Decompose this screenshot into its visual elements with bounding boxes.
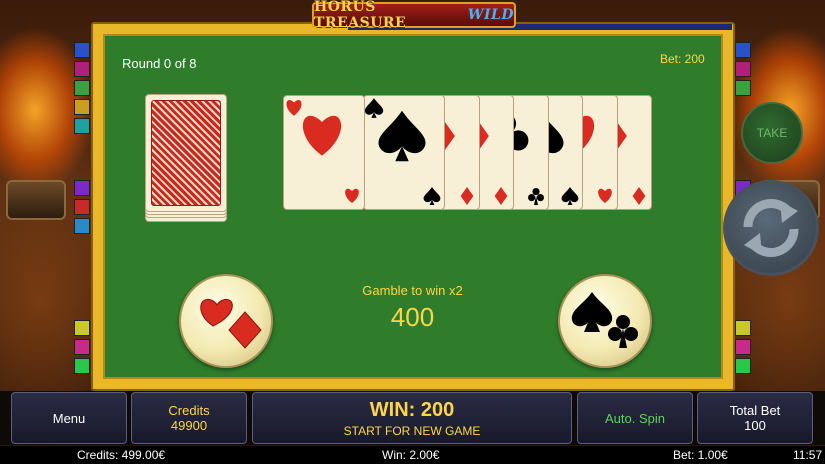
payline-marker — [735, 358, 751, 374]
left-markers-bottom — [74, 320, 90, 374]
take-label: TAKE — [756, 126, 788, 140]
payline-marker — [74, 180, 90, 196]
payline-marker — [735, 61, 751, 77]
hearts-diamonds-icon — [200, 298, 262, 349]
start-button[interactable]: WIN: 200 START FOR NEW GAME — [252, 392, 572, 444]
autospin-button[interactable]: Auto. Spin — [577, 392, 693, 444]
payline-marker — [735, 42, 751, 58]
logo-main-text: HORUS TREASURE — [314, 0, 407, 31]
gamble-prompt: Gamble to win x2 — [362, 283, 463, 298]
left-markers-mid — [74, 180, 90, 234]
left-brazier — [6, 180, 66, 220]
refresh-arrows-icon — [743, 199, 799, 257]
menu-button[interactable]: Menu — [11, 392, 127, 444]
history-card-spades — [363, 95, 445, 210]
history-card-hearts — [283, 95, 365, 210]
payline-marker — [735, 80, 751, 96]
total-bet-button[interactable]: Total Bet 100 — [697, 392, 813, 444]
left-markers-top — [74, 42, 90, 134]
start-text: START FOR NEW GAME — [343, 423, 481, 438]
spin-button[interactable] — [723, 180, 819, 276]
payline-marker — [735, 320, 751, 336]
take-button[interactable]: TAKE — [741, 102, 803, 164]
win-text: WIN: 200 — [369, 398, 455, 421]
payline-marker — [74, 118, 90, 134]
menu-label: Menu — [52, 410, 86, 426]
status-time: 11:57 — [793, 448, 823, 462]
black-choice-button[interactable] — [558, 274, 652, 368]
payline-marker — [74, 99, 90, 115]
status-bet: Bet: 1.00€ — [673, 448, 728, 462]
total-bet-value: 100 — [744, 418, 766, 433]
payline-marker — [74, 358, 90, 374]
payline-marker — [74, 42, 90, 58]
logo-wild-text: WILD — [467, 7, 514, 23]
right-markers-bottom — [735, 320, 751, 374]
hearts-suit-icon — [286, 100, 359, 203]
payline-marker — [74, 320, 90, 336]
card-back-pattern — [151, 100, 221, 206]
spades-suit-icon — [364, 98, 441, 205]
total-bet-label: Total Bet — [729, 403, 781, 418]
credits-value: 49900 — [170, 418, 208, 433]
status-bar: Credits: 499.00€ Win: 2.00€ Bet: 1.00€ 1… — [0, 446, 825, 464]
payline-marker — [74, 339, 90, 355]
credits-label: Credits — [168, 403, 210, 418]
status-win: Win: 2.00€ — [382, 448, 440, 462]
payline-marker — [735, 339, 751, 355]
payline-marker — [74, 80, 90, 96]
card-back — [145, 94, 227, 212]
payline-marker — [74, 199, 90, 215]
red-choice-button[interactable] — [179, 274, 273, 368]
payline-marker — [74, 61, 90, 77]
right-markers-top — [735, 42, 751, 96]
game-logo: HORUS TREASURE WILD — [312, 0, 516, 31]
autospin-label: Auto. Spin — [605, 410, 665, 426]
spades-clubs-icon — [571, 292, 638, 348]
payline-marker — [74, 218, 90, 234]
credits-display: Credits 49900 — [131, 392, 247, 444]
round-counter: Round 0 of 8 — [122, 56, 197, 71]
gamble-bet: Bet: 200 — [660, 52, 705, 66]
gamble-amount: 400 — [390, 302, 435, 332]
card-deck — [145, 94, 227, 224]
status-credits: Credits: 499.00€ — [77, 448, 166, 462]
